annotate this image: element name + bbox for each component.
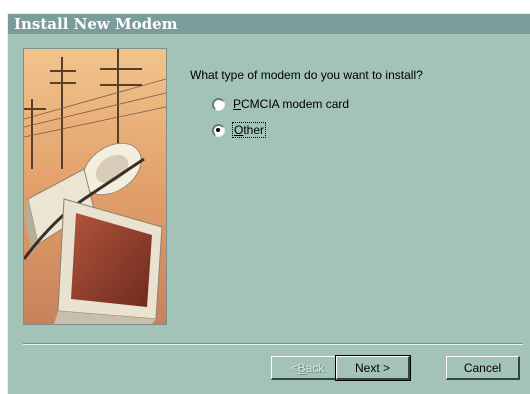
wizard-illustration-graphic <box>24 49 166 324</box>
button-separator <box>23 343 523 345</box>
cancel-button-label: Cancel <box>463 360 502 375</box>
back-button[interactable]: < Back <box>271 356 345 380</box>
back-button-pre: < <box>290 360 298 375</box>
radio-label-pcmcia-accel: P <box>233 97 242 111</box>
install-modem-dialog: Install New Modem What type of modem do … <box>7 13 530 394</box>
radio-label-other-accel: O <box>234 123 244 137</box>
radio-option-other[interactable]: Other <box>212 122 267 138</box>
back-button-accel: B <box>297 360 306 375</box>
cancel-button[interactable]: Cancel <box>446 356 520 380</box>
radio-button-other[interactable] <box>212 123 225 137</box>
radio-label-pcmcia-rest: CMCIA modem card <box>241 97 350 111</box>
radio-selected-dot <box>216 127 220 132</box>
wizard-illustration <box>23 48 167 325</box>
back-button-rest: ack <box>305 360 325 375</box>
radio-option-pcmcia[interactable]: PCMCIA modem card <box>212 96 349 112</box>
window-title: Install New Modem <box>14 15 178 33</box>
radio-label-pcmcia[interactable]: PCMCIA modem card <box>233 97 349 111</box>
radio-button-pcmcia[interactable] <box>212 97 225 111</box>
next-button[interactable]: Next > <box>335 355 411 381</box>
modem-type-prompt: What type of modem do you want to instal… <box>190 68 423 82</box>
radio-label-other[interactable]: Other <box>231 122 267 138</box>
next-button-label: Next > <box>354 360 390 375</box>
title-bar[interactable]: Install New Modem <box>8 14 530 34</box>
radio-label-other-rest: ther <box>243 123 265 137</box>
